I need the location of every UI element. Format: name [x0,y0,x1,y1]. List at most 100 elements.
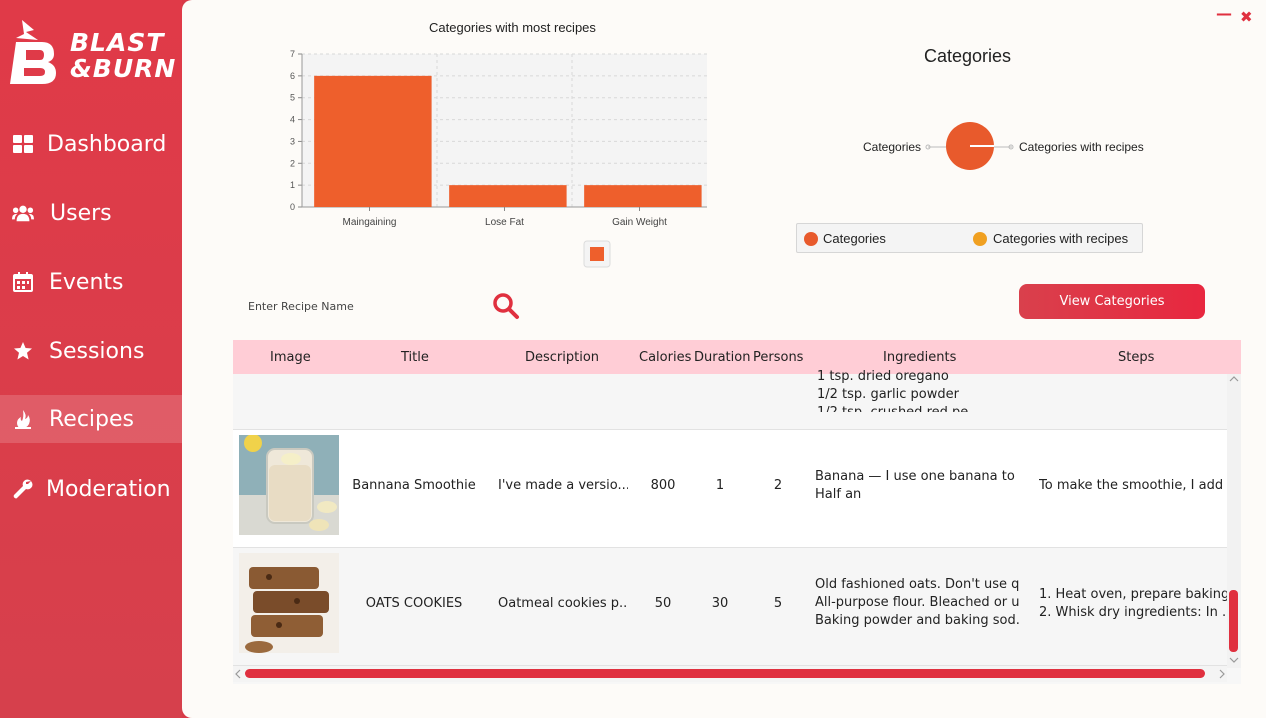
oat-cookies-photo [239,553,339,653]
y-tick-label: 4 [290,115,295,125]
bar-gain-weight [584,185,702,207]
scroll-down-icon [1229,657,1239,663]
y-tick-label: 5 [290,93,295,103]
recipe-image [239,435,339,535]
table-row[interactable]: 1 tsp. dried oregano 1/2 tsp. garlic pow… [233,369,1227,430]
pie-chart [925,122,1014,170]
pie-label-categories-with-recipes: Categories with recipes [1019,140,1144,154]
column-header-steps[interactable]: Steps [1118,350,1154,365]
scroll-up-icon [1229,376,1239,382]
minimize-button[interactable]: — [1216,4,1232,23]
persons-cell: 5 [773,596,783,611]
search-input[interactable] [240,290,480,322]
sidebar-item-label: Users [50,200,112,226]
horizontal-scroll-thumb [245,669,1205,678]
calendar-icon [12,271,34,293]
vertical-scrollbar[interactable] [1227,374,1241,668]
wrench-icon [12,478,34,500]
search-button[interactable] [492,292,520,320]
ingredient-line: 1/2 tsp. garlic powder [817,387,959,402]
legend-label-categories-with-recipes: Categories with recipes [993,231,1129,246]
smoothie-photo [239,435,339,535]
pie-chart-title: Categories [924,46,1012,66]
sidebar-item-users[interactable]: Users [0,189,182,237]
dashboard-icon [12,133,34,155]
table-row[interactable]: OATS COOKIES Oatmeal cookies p... 50 30 … [233,548,1227,666]
logo-icon [10,20,56,84]
horizontal-scrollbar[interactable] [233,666,1227,682]
column-header-title[interactable]: Title [401,350,429,365]
bar-legend-swatch [590,247,604,261]
sidebar-item-moderation[interactable]: Moderation [0,465,182,513]
description-cell: Oatmeal cookies p... [498,596,628,611]
ingredient-line: Banana — I use one banana to m [815,469,1020,484]
sidebar-item-label: Sessions [49,338,145,364]
table-row[interactable]: Bannana Smoothie I've made a versio... 8… [233,430,1227,548]
sidebar-item-recipes[interactable]: Recipes [0,395,182,443]
y-tick-label: 7 [290,49,295,59]
title-cell: OATS COOKIES [365,596,463,611]
star-icon [12,340,34,362]
legend-swatch-categories [804,232,818,246]
sidebar-item-sessions[interactable]: Sessions [0,327,182,375]
close-button[interactable]: ✖ [1240,8,1253,26]
sidebar-item-events[interactable]: Events [0,258,182,306]
sidebar-item-label: Moderation [46,476,171,502]
x-tick-label: Maingaining [343,217,397,228]
ingredient-line: 1 tsp. dried oregano [817,369,949,384]
column-header-duration[interactable]: Duration [694,350,750,365]
duration-cell: 30 [711,596,729,611]
y-tick-label: 1 [290,180,295,190]
main-panel: — ✖ Categories with most recipes 0 1 2 3 4 5 6… [182,0,1266,718]
y-tick-label: 0 [290,202,295,212]
pie-label-categories: Categories [863,140,922,154]
y-tick-label: 6 [290,71,295,81]
ingredient-line: All-purpose flour. Bleached or un [815,595,1020,610]
scroll-right-icon [1219,669,1225,679]
calories-cell: 800 [650,478,676,493]
steps-cell: To make the smoothie, I add ... [1039,478,1227,493]
sidebar-item-dashboard[interactable]: Dashboard [0,120,182,168]
duration-cell: 1 [715,478,725,493]
view-categories-button[interactable]: View Categories [1019,284,1205,319]
ingredient-line: Half an [815,487,862,502]
ingredient-line: 1/2 tsp. crushed red pe [817,404,1017,412]
recipes-table: Image Title Description Calories Duratio… [233,340,1241,684]
bar-maingaining [314,75,432,207]
ingredients-cell: 1 tsp. dried oregano 1/2 tsp. garlic pow… [817,368,1017,412]
legend-swatch-categories-with-recipes [973,232,987,246]
calories-cell: 50 [654,596,672,611]
ingredient-line: Baking powder and baking sod... [815,613,1020,628]
column-header-image[interactable]: Image [270,350,311,365]
sidebar: BLAST &BURN Dashboard Users Events Sessi… [0,0,182,718]
column-header-ingredients[interactable]: Ingredients [883,350,956,365]
brand-line-2: &BURN [70,54,177,83]
steps-cell: 1. Heat oven, prepare baking s 2. Whisk … [1039,586,1227,622]
step-line: 1. Heat oven, prepare baking s [1039,587,1227,602]
ingredients-cell: Old fashioned oats. Don't use qu All-pur… [815,576,1020,630]
table-header: Image Title Description Calories Duratio… [233,340,1241,374]
column-header-description[interactable]: Description [525,350,599,365]
column-header-calories[interactable]: Calories [639,350,691,365]
recipe-image [239,553,339,653]
x-tick-label: Lose Fat [485,217,524,228]
brand-logo: BLAST &BURN [8,18,178,88]
pie-legend: Categories Categories with recipes [796,223,1143,253]
bar-lose-fat [449,185,567,207]
persons-cell: 2 [773,478,783,493]
step-line: 2. Whisk dry ingredients: In ... [1039,605,1227,620]
vertical-scroll-thumb [1229,590,1238,652]
legend-label-categories: Categories [823,231,886,246]
search-icon [493,293,519,319]
x-tick-label: Gain Weight [612,217,667,228]
y-tick-label: 2 [290,158,295,168]
sidebar-item-label: Events [49,269,124,295]
sidebar-item-label: Recipes [49,406,135,432]
column-header-persons[interactable]: Persons [753,350,803,365]
sidebar-item-label: Dashboard [47,131,167,157]
users-icon [12,202,34,224]
y-tick-label: 3 [290,136,295,146]
bar-chart: 0 1 2 3 4 5 6 7 Maingaining Lose Fat Gain Weight [290,49,707,268]
title-cell: Bannana Smoothie [352,478,476,493]
description-cell: I've made a versio... [498,478,628,493]
